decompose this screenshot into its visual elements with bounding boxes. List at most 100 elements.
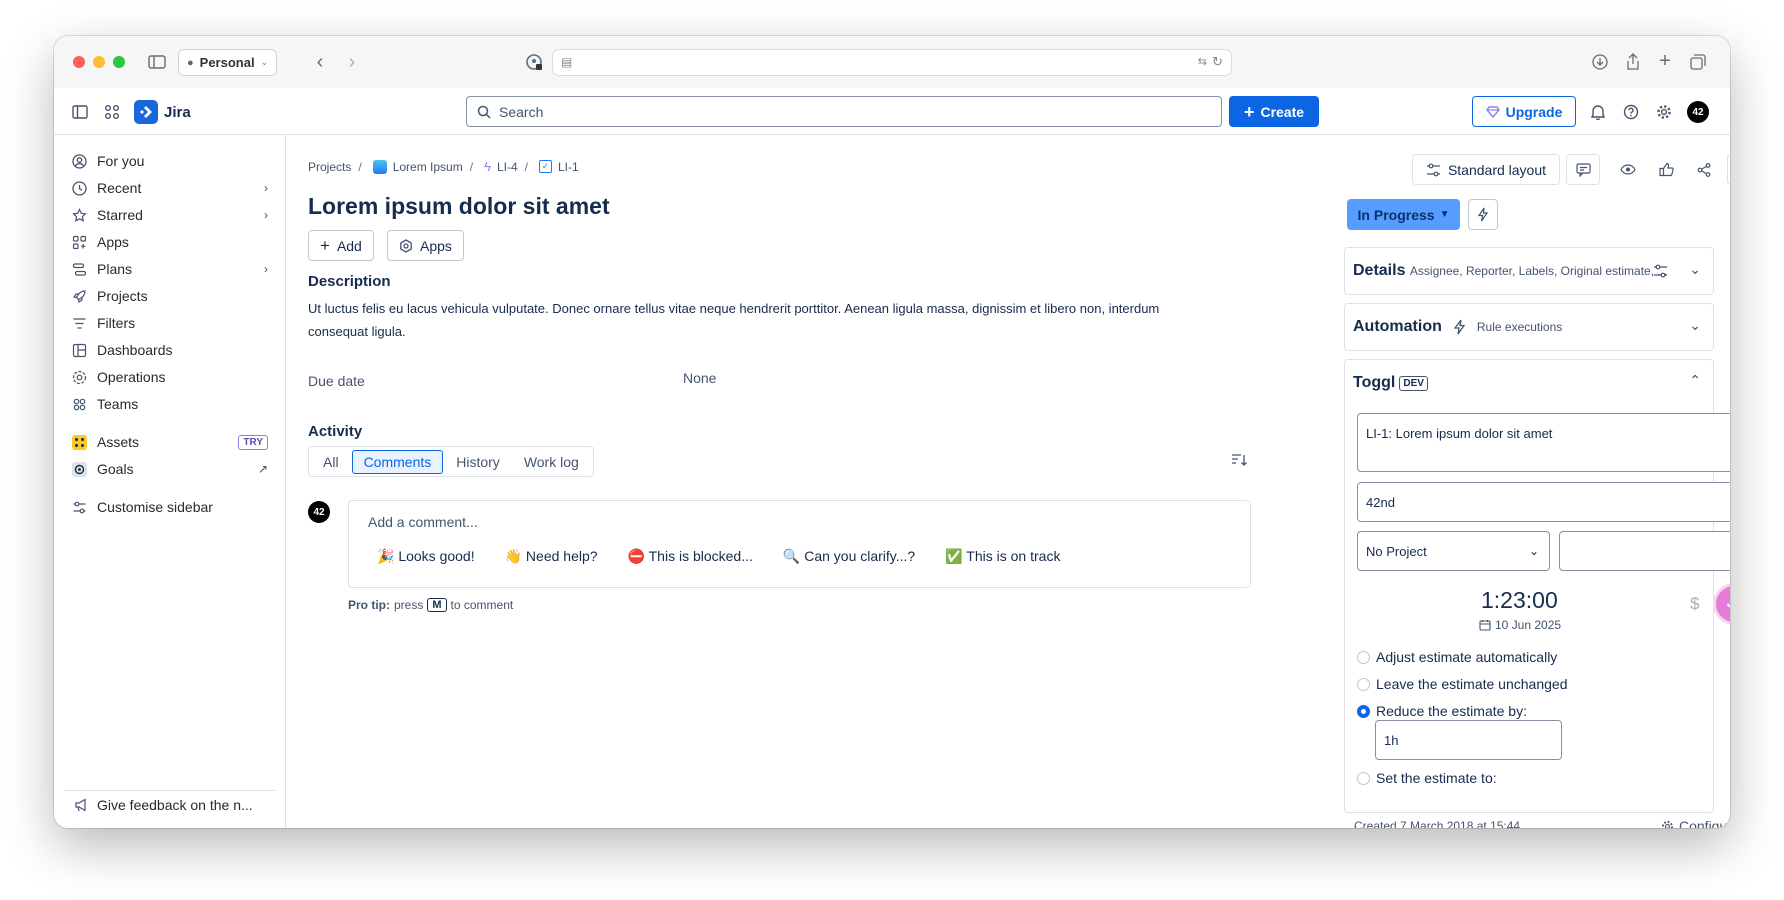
profile-selector[interactable]: ● Personal ⌄ (178, 49, 278, 76)
close-window-button[interactable] (73, 56, 85, 68)
reduce-estimate-input[interactable]: 1h (1375, 720, 1562, 760)
tab-all[interactable]: All (312, 450, 350, 474)
chevron-up-icon[interactable]: ⌃ (1689, 372, 1701, 389)
sidebar-item-for-you[interactable]: For you (64, 147, 274, 175)
sidebar-item-goals[interactable]: Goals ↗ (64, 455, 274, 483)
timer-date[interactable]: 10 Jun 2025 (1479, 618, 1561, 632)
tab-comments[interactable]: Comments (351, 449, 444, 474)
search-input[interactable]: Search (466, 96, 1222, 127)
radio-reduce-estimate[interactable]: Reduce the estimate by: (1357, 703, 1527, 719)
sidebar-toggle-icon[interactable] (146, 52, 168, 72)
chevron-down-icon[interactable]: ⌄ (1689, 317, 1701, 334)
radio-button[interactable] (1357, 771, 1370, 785)
create-button[interactable]: + Create (1229, 96, 1319, 127)
watch-eye-icon[interactable] (1611, 154, 1645, 185)
radio-button[interactable] (1357, 677, 1370, 691)
breadcrumb-issue[interactable]: LI-1 (558, 160, 579, 174)
sidebar-item-assets[interactable]: Assets TRY (64, 428, 274, 456)
epic-icon: ϟ (484, 159, 491, 174)
password-icon[interactable] (523, 51, 545, 73)
chevron-right-icon[interactable]: › (264, 181, 268, 195)
lightning-icon[interactable] (1468, 199, 1498, 230)
sidebar-item-plans[interactable]: Plans › (64, 255, 274, 283)
avatar[interactable]: 42 (1686, 100, 1710, 124)
radio-adjust-estimate[interactable]: Adjust estimate automatically (1357, 649, 1557, 665)
radio-leave-estimate[interactable]: Leave the estimate unchanged (1357, 676, 1567, 692)
sidebar-item-filters[interactable]: Filters (64, 309, 274, 337)
tab-work-log[interactable]: Work log (513, 450, 590, 474)
collapse-sidebar-icon[interactable] (68, 100, 92, 124)
apps-button[interactable]: Apps (387, 230, 464, 261)
status-dropdown[interactable]: In Progress ▼ (1347, 199, 1460, 230)
sidebar-item-recent[interactable]: Recent › (64, 174, 274, 202)
settings-gear-icon[interactable] (1652, 100, 1676, 124)
layout-button[interactable]: Standard layout (1412, 154, 1560, 185)
radio-set-estimate[interactable]: Set the estimate to: (1357, 770, 1497, 786)
upgrade-button[interactable]: Upgrade (1472, 96, 1576, 127)
translate-icon[interactable]: ⇆ (1198, 55, 1207, 68)
share-nodes-icon[interactable] (1689, 154, 1719, 185)
sidebar-item-starred[interactable]: Starred › (64, 201, 274, 229)
back-icon[interactable]: ‹ (310, 50, 330, 74)
issue-title[interactable]: Lorem ipsum dolor sit amet (308, 193, 610, 220)
configure-button[interactable]: Configure (1661, 818, 1730, 828)
give-feedback-button[interactable]: Give feedback on the n... (64, 790, 276, 818)
breadcrumb-projects[interactable]: Projects (308, 160, 351, 174)
radio-button[interactable] (1357, 650, 1370, 664)
details-settings-icon[interactable] (1653, 264, 1668, 278)
chevron-down-icon[interactable]: ⌄ (1689, 261, 1701, 278)
app-switcher-icon[interactable] (100, 100, 124, 124)
comment-editor[interactable]: Add a comment... 🎉 Looks good! 👋 Need he… (348, 500, 1251, 588)
maximize-window-button[interactable] (113, 56, 125, 68)
quick-reply-blocked[interactable]: ⛔ This is blocked... (628, 548, 753, 565)
issue-view: Projects / Lorem Ipsum / ϟ LI-4 / ✓ LI-1… (287, 135, 1730, 828)
help-icon[interactable] (1619, 100, 1643, 124)
jira-logo[interactable]: Jira (134, 100, 191, 124)
chevron-right-icon[interactable]: › (264, 208, 268, 222)
tab-history[interactable]: History (445, 450, 511, 474)
sidebar-item-teams[interactable]: Teams (64, 390, 274, 418)
minimize-window-button[interactable] (93, 56, 105, 68)
quick-reply-looks-good[interactable]: 🎉 Looks good! (377, 548, 475, 565)
external-link-icon[interactable]: ↗ (258, 462, 268, 476)
sidebar-item-operations[interactable]: Operations (64, 363, 274, 391)
add-button[interactable]: + Add (308, 230, 374, 261)
details-panel[interactable]: Details Assignee, Reporter, Labels, Orig… (1344, 247, 1714, 295)
radio-button-selected[interactable] (1357, 704, 1370, 718)
sidebar-item-apps[interactable]: Apps (64, 228, 274, 256)
breadcrumb-project[interactable]: Lorem Ipsum (393, 160, 463, 174)
workspace-select[interactable]: 42nd ⌄ (1357, 482, 1730, 522)
sidebar-item-projects[interactable]: Projects (64, 282, 274, 310)
toggl-description-input[interactable]: LI-1: Lorem ipsum dolor sit amet (1357, 413, 1730, 472)
automation-subtitle: Rule executions (1476, 320, 1563, 334)
sort-icon[interactable] (1231, 453, 1247, 467)
sidebar-item-dashboards[interactable]: Dashboards (64, 336, 274, 364)
due-date-value[interactable]: None (683, 370, 716, 386)
forward-icon[interactable]: › (342, 50, 362, 74)
notifications-icon[interactable] (1586, 100, 1610, 124)
reload-icon[interactable]: ↻ (1212, 54, 1223, 70)
chevron-right-icon[interactable]: › (264, 262, 268, 276)
more-actions-icon[interactable]: ··· (1727, 154, 1730, 185)
feedback-comment-icon[interactable] (1566, 154, 1600, 185)
breadcrumb-parent[interactable]: LI-4 (497, 160, 518, 174)
quick-reply-need-help[interactable]: 👋 Need help? (505, 548, 598, 565)
address-bar[interactable]: ▤ ⇆ ↻ (552, 49, 1232, 76)
quick-replies: 🎉 Looks good! 👋 Need help? ⛔ This is blo… (377, 548, 1060, 565)
like-thumb-icon[interactable] (1651, 154, 1681, 185)
stop-timer-button[interactable] (1716, 586, 1730, 622)
new-tab-icon[interactable]: + (1655, 50, 1675, 72)
description-text[interactable]: Ut luctus felis eu lacus vehicula vulput… (308, 297, 1198, 343)
project-select[interactable]: No Project ⌄ (1357, 531, 1550, 571)
customise-icon (72, 500, 87, 515)
quick-reply-clarify[interactable]: 🔍 Can you clarify...? (783, 548, 915, 565)
share-icon[interactable] (1623, 51, 1643, 71)
sidebar-item-label: Dashboards (97, 342, 173, 358)
billable-dollar-icon[interactable]: $ (1690, 594, 1699, 614)
quick-reply-on-track[interactable]: ✅ This is on track (945, 548, 1060, 565)
automation-panel[interactable]: Automation Rule executions ⌄ (1344, 303, 1714, 351)
tag-select[interactable]: ⌄ (1559, 531, 1730, 571)
sidebar-item-customise[interactable]: Customise sidebar (64, 493, 274, 521)
tabs-overview-icon[interactable] (1688, 52, 1708, 72)
downloads-icon[interactable] (1590, 52, 1610, 72)
